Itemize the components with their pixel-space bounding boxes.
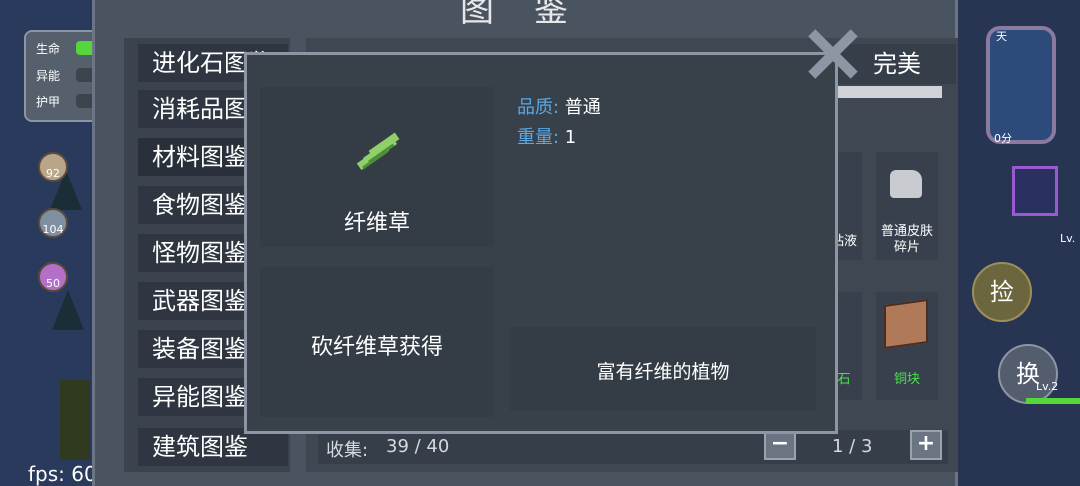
scroll-icon[interactable] <box>1012 166 1058 216</box>
weight-value: 1 <box>564 127 577 148</box>
armor-label: 护甲 <box>36 95 61 109</box>
close-icon[interactable] <box>806 28 858 80</box>
ground-patch <box>60 380 90 460</box>
collection-label: 收集: <box>326 440 369 461</box>
item-description-box: 富有纤维的植物 <box>510 327 816 411</box>
next-page-button[interactable]: + <box>910 430 942 460</box>
quality-value: 普通 <box>564 97 601 118</box>
fps-counter: fps: 60 <box>28 462 97 486</box>
level2-label: Lv.2 <box>1036 380 1059 393</box>
hp-label: 生命 <box>36 42 61 56</box>
item-name: 纤维草 <box>343 211 410 236</box>
skin-fragment-icon <box>890 170 922 198</box>
copper-block-icon <box>884 298 928 350</box>
buff-badge[interactable]: 92 <box>38 152 68 182</box>
buff-badge[interactable]: 50 <box>38 262 68 292</box>
weight-row: 重量: 1 <box>517 127 577 148</box>
item-source-box: 砍纤维草获得 <box>260 267 494 417</box>
pick-up-button[interactable]: 捡 <box>972 262 1032 322</box>
item-description: 富有纤维的植物 <box>596 361 730 383</box>
day-clock: 天 0分 <box>986 26 1056 145</box>
quality-label: 品质 <box>517 97 553 118</box>
energy-label: 异能 <box>36 69 61 83</box>
quality-row: 品质: 普通 <box>517 97 601 118</box>
item-source: 砍纤维草获得 <box>310 335 443 360</box>
tree-icon <box>52 290 84 330</box>
filter-progress-bar <box>836 86 942 98</box>
weight-label: 重量 <box>517 127 553 148</box>
swap-button[interactable]: 换 <box>998 344 1058 404</box>
level-label: Lv. <box>1060 232 1076 245</box>
item-label: 铜块 <box>893 372 920 387</box>
fiber-grass-icon <box>356 132 400 171</box>
page-indicator: 1 / 3 <box>832 436 873 457</box>
item-detail-popup: 纤维草 砍纤维草获得 品质: 普通 重量: 1 富有纤维的植物 <box>244 52 838 434</box>
prev-page-button[interactable]: − <box>764 430 796 460</box>
xp-bar <box>1026 398 1080 404</box>
item-label: 普通皮肤碎片 <box>880 224 933 255</box>
collection-count: 39 / 40 <box>386 436 450 457</box>
item-preview-box: 纤维草 <box>260 87 494 247</box>
buff-badge[interactable]: 104 <box>38 208 68 238</box>
window-title: 图鉴 <box>460 0 608 30</box>
